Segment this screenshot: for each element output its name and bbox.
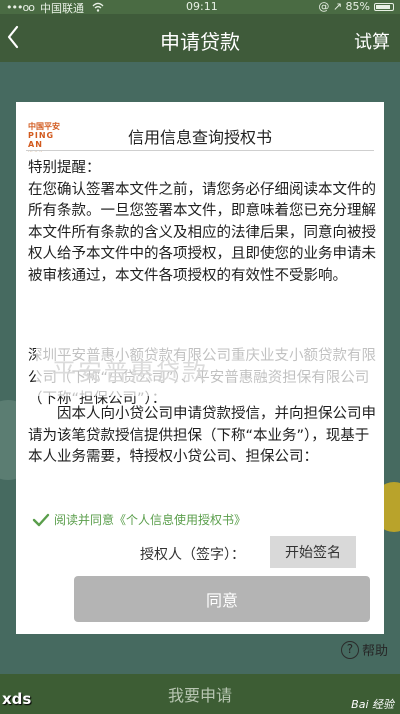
title-divider bbox=[26, 150, 374, 151]
clock-time: 09:11 bbox=[186, 0, 218, 13]
bottom-bar: 我要申请 bbox=[0, 674, 400, 714]
corner-watermark-left: xds bbox=[2, 690, 32, 708]
battery-icon bbox=[374, 3, 394, 11]
nav-bar: 申请贷款 试算 bbox=[0, 14, 400, 62]
watermark-text: 平安普惠贷款 bbox=[52, 358, 208, 386]
notice-block: 特别提醒： 在您确认签署本文件之前，请您务必仔细阅读本文件的所有条款。一旦您签署… bbox=[28, 158, 376, 287]
corner-watermark-right: Bai 经验 bbox=[351, 698, 394, 711]
agreement-checkbox-row[interactable]: 阅读并同意《个人信息使用授权书》 bbox=[32, 510, 372, 530]
signer-label: 授权人（签字）： bbox=[140, 547, 245, 563]
notice-heading: 特别提醒： bbox=[28, 160, 101, 176]
battery-fill bbox=[376, 5, 390, 9]
apply-button[interactable]: 我要申请 bbox=[0, 674, 400, 714]
notice-text: 在您确认签署本文件之前，请您务必仔细阅读本文件的所有条款。一旦您签署本文件，即意… bbox=[28, 181, 376, 284]
status-bar: •••oo 中国联通 09:11 @ ↗ 85% bbox=[0, 0, 400, 15]
document-title: 信用信息查询授权书 bbox=[127, 128, 272, 147]
help-link[interactable]: ? 帮助 bbox=[340, 640, 388, 662]
question-icon[interactable]: ? bbox=[340, 640, 359, 659]
signal-strength: •••oo bbox=[6, 1, 35, 14]
authorization-paragraph: 因本人向小贷公司申请贷款授信，并向担保公司申请为该笔贷款授信提供担保（下称“本业… bbox=[28, 404, 376, 469]
watermark: 平安普惠贷款 bbox=[36, 340, 376, 396]
agree-button[interactable]: 同意 bbox=[74, 576, 370, 622]
status-icons: @ ↗ bbox=[318, 0, 343, 13]
page-title: 申请贷款 bbox=[160, 30, 240, 54]
paragraph-indent bbox=[28, 406, 57, 422]
wifi-icon bbox=[92, 2, 104, 12]
start-signature-button[interactable]: 开始签名 bbox=[270, 536, 356, 568]
checkmark-icon[interactable] bbox=[32, 512, 50, 528]
authorization-dialog: 中国平安 PING AN ··· ·· ·· 信用信息查询授权书 特别提醒： 在… bbox=[16, 102, 384, 634]
agreement-link[interactable]: 阅读并同意《个人信息使用授权书》 bbox=[54, 511, 246, 528]
help-label[interactable]: 帮助 bbox=[362, 644, 388, 659]
trial-calc-button[interactable]: 试算 bbox=[354, 28, 390, 54]
authorization-text: 因本人向小贷公司申请贷款授信，并向担保公司申请为该笔贷款授信提供担保（下称“本业… bbox=[28, 406, 376, 465]
status-right: @ ↗ 85% bbox=[318, 0, 370, 13]
battery-percent: 85% bbox=[345, 0, 370, 13]
